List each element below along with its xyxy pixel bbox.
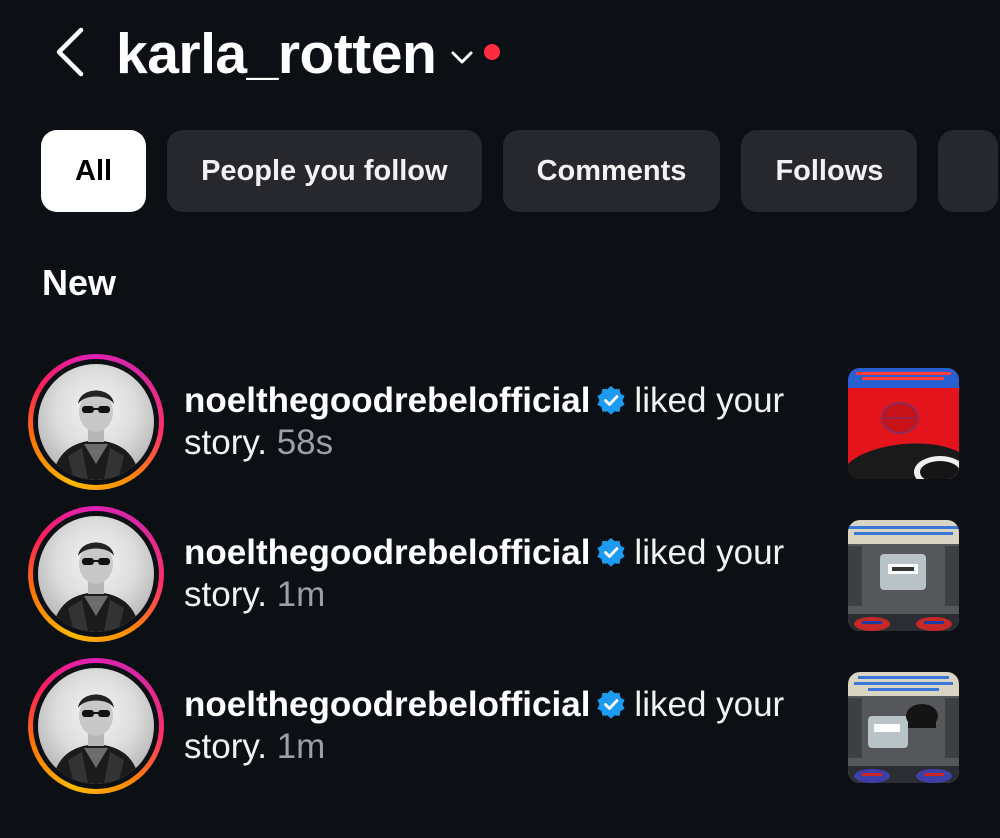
notification-list: noelthegoodrebelofficial liked your story… <box>0 350 1000 806</box>
notification-text: noelthegoodrebelofficial liked your story… <box>184 380 824 464</box>
filter-chips: All People you follow Comments Follows <box>41 130 1000 212</box>
notification-text: noelthegoodrebelofficial liked your story… <box>184 532 824 616</box>
verified-badge-icon <box>597 690 626 719</box>
story-thumbnail[interactable] <box>848 368 959 479</box>
verified-badge-icon <box>597 538 626 567</box>
notification-item[interactable]: noelthegoodrebelofficial liked your story… <box>0 502 1000 654</box>
chevron-down-icon <box>450 50 474 66</box>
header: karla_rotten <box>0 0 1000 110</box>
story-ring[interactable] <box>28 658 164 794</box>
filter-people-you-follow[interactable]: People you follow <box>167 130 482 212</box>
back-button[interactable] <box>48 22 92 82</box>
notification-dot <box>484 44 501 60</box>
page-title: karla_rotten <box>116 21 437 86</box>
filter-more[interactable] <box>938 130 999 212</box>
notification-item[interactable]: noelthegoodrebelofficial liked your story… <box>0 654 1000 806</box>
notification-item[interactable]: noelthegoodrebelofficial liked your story… <box>0 350 1000 502</box>
notification-text: noelthegoodrebelofficial liked your story… <box>184 684 824 768</box>
story-ring[interactable] <box>28 354 164 490</box>
timestamp: 1m <box>276 575 326 614</box>
story-thumbnail[interactable] <box>848 520 959 631</box>
timestamp: 1m <box>276 727 326 766</box>
story-thumbnail[interactable] <box>848 672 959 783</box>
story-ring[interactable] <box>28 506 164 642</box>
filter-follows[interactable]: Follows <box>741 130 918 212</box>
username[interactable]: noelthegoodrebelofficial <box>184 685 590 724</box>
avatar <box>38 364 154 480</box>
username[interactable]: noelthegoodrebelofficial <box>184 533 590 572</box>
timestamp: 58s <box>276 423 334 462</box>
verified-badge-icon <box>597 386 626 415</box>
avatar <box>38 516 154 632</box>
filter-all[interactable]: All <box>41 130 147 212</box>
filter-comments[interactable]: Comments <box>502 130 721 212</box>
section-title-new: New <box>42 262 117 303</box>
username[interactable]: noelthegoodrebelofficial <box>184 381 590 420</box>
chevron-left-icon <box>56 27 84 77</box>
avatar <box>38 668 154 784</box>
account-switcher[interactable]: karla_rotten <box>116 14 501 94</box>
